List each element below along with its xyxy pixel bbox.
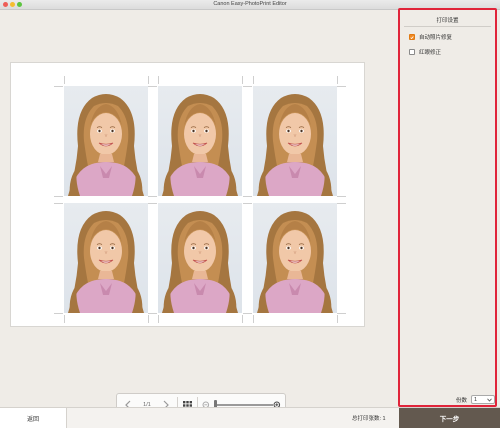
crop-mark (253, 76, 254, 84)
crop-mark (243, 196, 252, 197)
red-eye-correction-checkbox[interactable] (409, 49, 415, 55)
crop-mark (64, 76, 65, 84)
crop-mark (148, 86, 157, 87)
crop-mark (253, 315, 254, 323)
portrait-image (68, 211, 144, 313)
auto-photo-fix-label: 自动照片修复 (419, 35, 453, 41)
crop-mark (54, 196, 63, 197)
crop-mark (337, 86, 346, 87)
portrait-image (162, 94, 238, 196)
crop-mark (158, 315, 159, 323)
chevron-down-icon (487, 398, 492, 402)
crop-mark (148, 196, 157, 197)
photo-tile[interactable] (253, 86, 337, 196)
portrait-image (257, 211, 333, 313)
panel-title: 打印设置 (436, 18, 459, 24)
photo-tile[interactable] (253, 203, 337, 313)
copies-select[interactable]: 1 (471, 395, 495, 404)
crop-mark (243, 313, 252, 314)
portrait-image (162, 211, 238, 313)
portrait-image (68, 94, 144, 196)
crop-mark (337, 315, 338, 323)
crop-mark (148, 203, 157, 204)
footer-bar: 返回 总打印张数: 1 下一步 (0, 407, 500, 428)
crop-mark (242, 76, 243, 84)
crop-mark (148, 313, 157, 314)
portrait-image (257, 94, 333, 196)
back-button[interactable]: 返回 (0, 408, 67, 428)
photo-tile[interactable] (158, 86, 242, 196)
crop-mark (242, 315, 243, 323)
crop-mark (54, 86, 63, 87)
crop-mark (243, 86, 252, 87)
checkmark-icon (410, 35, 414, 39)
crop-mark (158, 76, 159, 84)
print-page-preview (10, 62, 365, 327)
copies-label: 份数 (456, 397, 468, 404)
print-settings-panel: 打印设置 自动照片修复 红眼修正 份数 1 (398, 8, 497, 407)
next-button[interactable]: 下一步 (399, 408, 500, 428)
photo-tile[interactable] (64, 86, 148, 196)
photo-tile[interactable] (158, 203, 242, 313)
zoom-slider-track[interactable] (215, 404, 273, 406)
red-eye-correction-option[interactable]: 红眼修正 (409, 48, 441, 56)
crop-mark (54, 203, 63, 204)
total-prints-text: 总打印张数: 1 (352, 416, 386, 422)
auto-photo-fix-option[interactable]: 自动照片修复 (409, 33, 452, 41)
window-title: Canon Easy-PhotoPrint Editor (213, 1, 287, 7)
crop-mark (337, 76, 338, 84)
red-eye-correction-label: 红眼修正 (419, 50, 442, 56)
crop-mark (337, 313, 346, 314)
crop-mark (64, 315, 65, 323)
crop-mark (337, 196, 346, 197)
auto-photo-fix-checkbox[interactable] (409, 34, 415, 40)
photo-tile[interactable] (64, 203, 148, 313)
panel-divider (404, 26, 491, 27)
crop-mark (337, 203, 346, 204)
crop-mark (148, 315, 149, 323)
copies-control: 份数 1 (456, 395, 495, 404)
crop-mark (243, 203, 252, 204)
crop-mark (148, 76, 149, 84)
crop-mark (54, 313, 63, 314)
preview-area: 1/1 (0, 10, 398, 417)
copies-value: 1 (474, 396, 478, 403)
